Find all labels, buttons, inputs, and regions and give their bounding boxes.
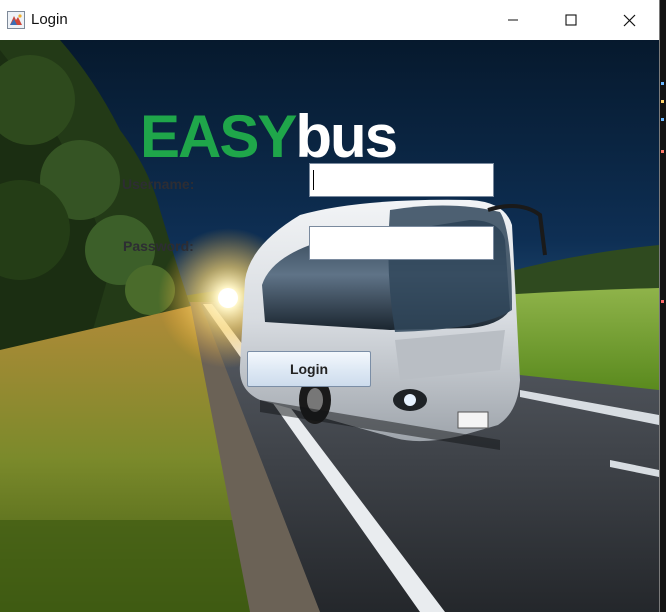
password-label: Password:: [123, 238, 194, 254]
background-window-edge: [659, 0, 666, 612]
title-bar[interactable]: Login: [0, 0, 659, 41]
logo-bus-text: bus: [295, 103, 398, 170]
easybus-logo: EASYbus: [140, 103, 398, 170]
login-window: Login EASYbus Username: Password: Login: [0, 0, 660, 612]
maximize-icon: [565, 14, 577, 26]
java-app-icon: [7, 11, 25, 29]
login-panel: EASYbus Username: Password: Login: [0, 40, 659, 612]
login-button[interactable]: Login: [247, 351, 371, 387]
window-title: Login: [31, 11, 68, 28]
logo-easy-text: EASY: [140, 103, 297, 170]
minimize-button[interactable]: [484, 0, 542, 40]
close-icon: [623, 14, 635, 26]
username-input[interactable]: [309, 163, 494, 197]
username-label: Username:: [122, 176, 195, 192]
maximize-button[interactable]: [542, 0, 600, 40]
close-button[interactable]: [600, 0, 658, 40]
text-caret: [313, 170, 314, 190]
minimize-icon: [508, 19, 518, 21]
password-input[interactable]: [309, 226, 494, 260]
